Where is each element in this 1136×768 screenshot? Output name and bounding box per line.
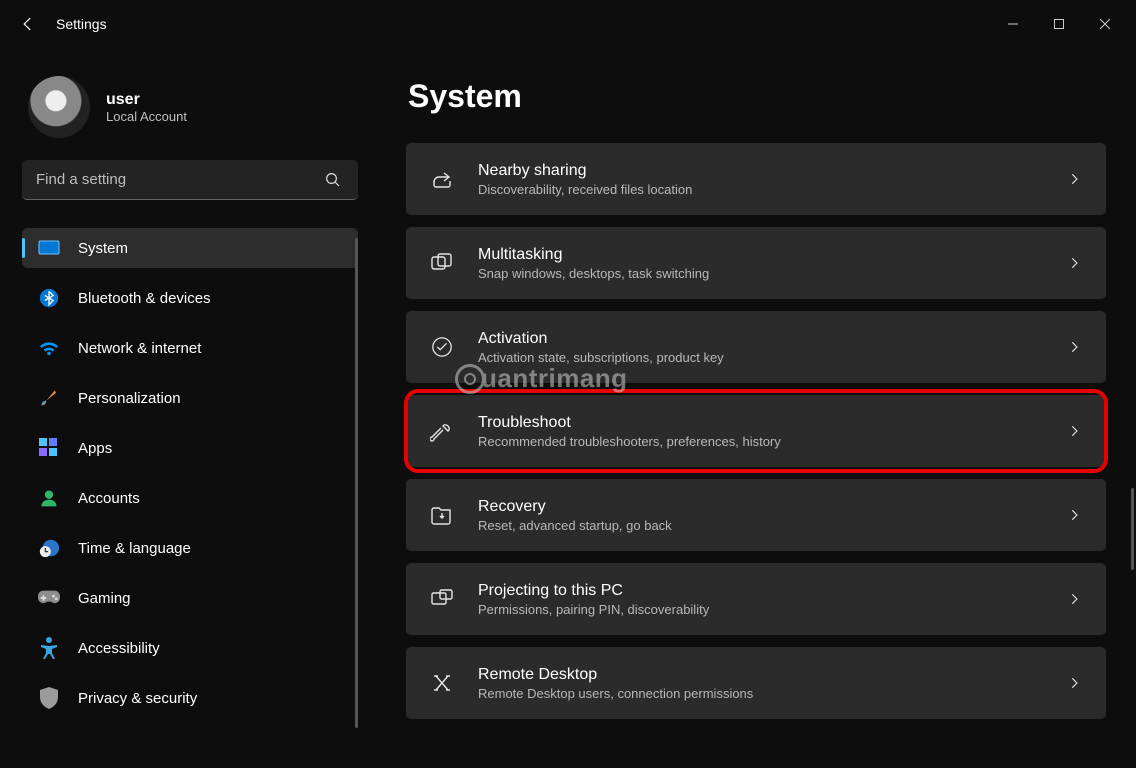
wrench-icon xyxy=(426,419,458,443)
nav-system[interactable]: System xyxy=(22,228,358,268)
person-icon xyxy=(38,487,60,509)
card-subtitle: Recommended troubleshooters, preferences… xyxy=(478,434,1062,449)
card-projecting[interactable]: Projecting to this PC Permissions, pairi… xyxy=(406,563,1106,635)
chevron-right-icon xyxy=(1062,676,1086,690)
share-icon xyxy=(426,167,458,191)
close-button[interactable] xyxy=(1082,8,1128,40)
card-subtitle: Activation state, subscriptions, product… xyxy=(478,350,1062,365)
app-title: Settings xyxy=(56,16,107,32)
avatar xyxy=(28,76,90,138)
card-troubleshoot[interactable]: Troubleshoot Recommended troubleshooters… xyxy=(406,395,1106,467)
project-icon xyxy=(426,589,458,609)
bluetooth-icon xyxy=(38,287,60,309)
nav-label: System xyxy=(78,240,128,257)
nav-label: Apps xyxy=(78,440,112,457)
brush-icon xyxy=(38,387,60,409)
chevron-right-icon xyxy=(1062,592,1086,606)
gamepad-icon xyxy=(38,587,60,609)
maximize-button[interactable] xyxy=(1036,8,1082,40)
page-title: System xyxy=(408,78,1106,115)
nav: System Bluetooth & devices Network & int… xyxy=(22,228,358,728)
nav-gaming[interactable]: Gaming xyxy=(22,578,358,618)
search-wrap xyxy=(22,160,358,200)
recovery-icon xyxy=(426,504,458,526)
check-circle-icon xyxy=(426,336,458,358)
windows-icon xyxy=(426,253,458,273)
user-name: user xyxy=(106,91,187,109)
card-subtitle: Permissions, pairing PIN, discoverabilit… xyxy=(478,602,1062,617)
chevron-right-icon xyxy=(1062,340,1086,354)
card-remote-desktop[interactable]: Remote Desktop Remote Desktop users, con… xyxy=(406,647,1106,719)
card-title: Projecting to this PC xyxy=(478,582,1062,600)
back-button[interactable] xyxy=(8,4,48,44)
nav-label: Gaming xyxy=(78,590,131,607)
chevron-right-icon xyxy=(1062,508,1086,522)
accessibility-icon xyxy=(38,637,60,659)
card-subtitle: Discoverability, received files location xyxy=(478,182,1062,197)
nav-label: Network & internet xyxy=(78,340,201,357)
nav-label: Time & language xyxy=(78,540,191,557)
search-icon xyxy=(324,171,342,189)
nav-privacy[interactable]: Privacy & security xyxy=(22,678,358,718)
chevron-right-icon xyxy=(1062,256,1086,270)
nav-apps[interactable]: Apps xyxy=(22,428,358,468)
nav-accounts[interactable]: Accounts xyxy=(22,478,358,518)
window-controls xyxy=(990,8,1128,40)
nav-label: Accessibility xyxy=(78,640,160,657)
nav-time[interactable]: Time & language xyxy=(22,528,358,568)
titlebar: Settings xyxy=(0,0,1136,48)
nav-network[interactable]: Network & internet xyxy=(22,328,358,368)
nav-bluetooth[interactable]: Bluetooth & devices xyxy=(22,278,358,318)
card-title: Remote Desktop xyxy=(478,666,1062,684)
remote-icon xyxy=(426,672,458,694)
card-multitasking[interactable]: Multitasking Snap windows, desktops, tas… xyxy=(406,227,1106,299)
clock-globe-icon xyxy=(38,537,60,559)
main: System Nearby sharing Discoverability, r… xyxy=(380,48,1136,768)
card-subtitle: Snap windows, desktops, task switching xyxy=(478,266,1062,281)
card-activation[interactable]: Activation Activation state, subscriptio… xyxy=(406,311,1106,383)
nav-label: Bluetooth & devices xyxy=(78,290,211,307)
chevron-right-icon xyxy=(1062,424,1086,438)
chevron-right-icon xyxy=(1062,172,1086,186)
card-title: Activation xyxy=(478,330,1062,348)
card-title: Troubleshoot xyxy=(478,414,1062,432)
nav-personalization[interactable]: Personalization xyxy=(22,378,358,418)
nav-label: Personalization xyxy=(78,390,181,407)
settings-list: Nearby sharing Discoverability, received… xyxy=(406,143,1106,719)
scrollbar[interactable] xyxy=(1131,488,1134,570)
nav-accessibility[interactable]: Accessibility xyxy=(22,628,358,668)
wifi-icon xyxy=(38,337,60,359)
nav-label: Privacy & security xyxy=(78,690,197,707)
apps-icon xyxy=(38,437,60,459)
nav-label: Accounts xyxy=(78,490,140,507)
card-title: Multitasking xyxy=(478,246,1062,264)
sidebar: user Local Account System Bluetooth & de… xyxy=(0,48,380,768)
card-subtitle: Remote Desktop users, connection permiss… xyxy=(478,686,1062,701)
card-recovery[interactable]: Recovery Reset, advanced startup, go bac… xyxy=(406,479,1106,551)
user-subtitle: Local Account xyxy=(106,109,187,124)
minimize-button[interactable] xyxy=(990,8,1036,40)
card-title: Nearby sharing xyxy=(478,162,1062,180)
system-icon xyxy=(38,237,60,259)
user-block[interactable]: user Local Account xyxy=(28,76,358,138)
card-title: Recovery xyxy=(478,498,1062,516)
card-subtitle: Reset, advanced startup, go back xyxy=(478,518,1062,533)
search-input[interactable] xyxy=(22,160,358,200)
shield-icon xyxy=(38,687,60,709)
card-nearby-sharing[interactable]: Nearby sharing Discoverability, received… xyxy=(406,143,1106,215)
